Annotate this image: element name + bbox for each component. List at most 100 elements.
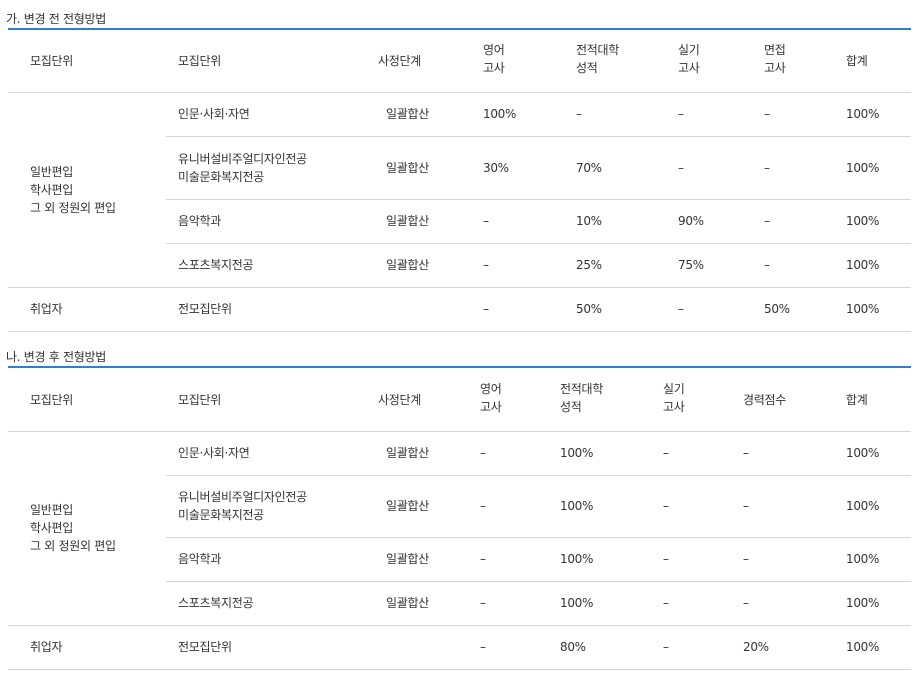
value-cell: 100% xyxy=(560,499,594,513)
column-header: 실기 고사 xyxy=(678,41,700,77)
group-label-line: 일반편입 xyxy=(30,165,73,179)
stage-cell: 일괄합산 xyxy=(386,258,429,272)
value-cell: – xyxy=(764,214,770,228)
value-cell: 10% xyxy=(576,214,602,228)
column-header: 영어고사 xyxy=(480,380,502,416)
column-header-line: 합계 xyxy=(846,393,868,407)
column-header-line: 고사 xyxy=(663,400,685,414)
column-header-line: 전적대학 xyxy=(576,43,619,57)
column-header-line: 실기 xyxy=(678,43,700,57)
column-header-line: 실기 xyxy=(663,382,685,396)
value-cell: – xyxy=(576,107,582,121)
unit-line: 미술문화복지전공 xyxy=(178,170,264,184)
unit-cell: 유니버설비주얼디자인전공 미술문화복지전공 xyxy=(178,488,307,524)
unit-cell: 스포츠복지전공 xyxy=(178,594,253,612)
value-cell: 80% xyxy=(560,640,586,654)
value-cell: 100% xyxy=(560,446,594,460)
column-header-line: 고사 xyxy=(764,61,786,75)
value-cell: 50% xyxy=(576,302,602,316)
column-header-line: 사정단계 xyxy=(378,393,421,407)
value-cell: – xyxy=(743,552,749,566)
unit-cell: 인문·사회·자연 xyxy=(178,444,250,462)
column-header-line: 모집단위 xyxy=(178,393,221,407)
value-cell: 100% xyxy=(846,499,880,513)
row-divider xyxy=(8,431,911,432)
column-header: 전적대학 성적 xyxy=(576,41,619,77)
stage-cell: 일괄합산 xyxy=(386,161,429,175)
value-cell: – xyxy=(480,552,486,566)
unit-cell: 스포츠복지전공 xyxy=(178,256,253,274)
unit-cell: 인문·사회·자연 xyxy=(178,105,250,123)
section-title: 가. 변경 전 전형방법 xyxy=(6,12,106,26)
unit-line: 음악학과 xyxy=(178,552,221,566)
value-cell: 100% xyxy=(846,596,880,610)
group-label-line: 학사편입 xyxy=(30,521,73,535)
row-divider xyxy=(8,287,911,288)
value-cell: 25% xyxy=(576,258,602,272)
unit-line: 스포츠복지전공 xyxy=(178,258,254,272)
unit-line: 음악학과 xyxy=(178,214,221,228)
value-cell: 100% xyxy=(846,214,880,228)
column-header-line: 면접 xyxy=(764,43,786,57)
method-table: 모집단위 모집단위 사정단계 영어 고사 전적대학 성적 실기 고사 경력점수 합계 인문·사회·자연… xyxy=(8,366,911,670)
value-cell: – xyxy=(678,302,684,316)
value-cell: 100% xyxy=(846,258,880,272)
column-header-line: 영어 xyxy=(480,382,502,396)
column-header-line: 합계 xyxy=(846,54,868,68)
column-header-line: 고사 xyxy=(480,400,502,414)
column-header: 합계 xyxy=(846,52,868,70)
column-header: 모집단위 xyxy=(178,391,221,409)
value-cell: – xyxy=(480,446,486,460)
column-header: 모집단위 xyxy=(178,52,221,70)
value-cell: – xyxy=(480,596,486,610)
group-label: 일반편입 학사편입 그 외 정원외 편입 xyxy=(30,501,116,555)
value-cell: – xyxy=(483,258,489,272)
value-cell: – xyxy=(743,446,749,460)
value-cell: – xyxy=(480,499,486,513)
value-cell: – xyxy=(663,596,669,610)
column-header: 영어고사 xyxy=(483,41,505,77)
value-cell: – xyxy=(663,499,669,513)
value-cell: 100% xyxy=(846,107,880,121)
group-label-line: 그 외 정원외 편입 xyxy=(30,539,116,553)
stage-cell: 일괄합산 xyxy=(386,596,429,610)
last-row-group: 취업자 xyxy=(30,640,63,654)
unit-line: 유니버설비주얼디자인전공 xyxy=(178,490,307,504)
column-header-line: 모집단위 xyxy=(30,393,73,407)
value-cell: 100% xyxy=(846,446,880,460)
row-divider xyxy=(8,625,911,626)
column-header-line: 모집단위 xyxy=(178,54,221,68)
row-divider xyxy=(8,92,911,93)
unit-cell: 음악학과 xyxy=(178,550,221,568)
group-label-line: 학사편입 xyxy=(30,183,73,197)
column-header-line: 고사 xyxy=(483,61,505,75)
value-cell: 90% xyxy=(678,214,704,228)
value-cell: – xyxy=(663,640,669,654)
value-cell: 100% xyxy=(483,107,517,121)
last-row-unit: 전모집단위 xyxy=(178,640,232,654)
unit-line: 스포츠복지전공 xyxy=(178,596,254,610)
value-cell: – xyxy=(663,446,669,460)
value-cell: – xyxy=(678,107,684,121)
row-divider xyxy=(166,136,911,137)
value-cell: 100% xyxy=(846,302,880,316)
group-label: 일반편입 학사편입 그 외 정원외 편입 xyxy=(30,163,116,217)
value-cell: – xyxy=(764,258,770,272)
value-cell: – xyxy=(480,640,486,654)
unit-cell: 유니버설비주얼디자인전공 미술문화복지전공 xyxy=(178,150,307,186)
column-header: 면접고사 xyxy=(764,41,786,77)
column-header-line: 모집단위 xyxy=(30,54,73,68)
stage-cell: 일괄합산 xyxy=(386,552,429,566)
value-cell: 100% xyxy=(846,640,880,654)
unit-line: 인문·사회·자연 xyxy=(178,107,250,121)
column-header-line: 경력점수 xyxy=(743,393,786,407)
value-cell: – xyxy=(743,596,749,610)
column-header-line: 영어 xyxy=(483,43,505,57)
method-table: 모집단위 모집단위 사정단계 영어 고사 전적대학 성적 실기 고사 면접 고사 합계 인문·사회·자연… xyxy=(8,28,911,332)
row-divider xyxy=(166,475,911,476)
column-header: 사정단계 xyxy=(378,391,421,409)
value-cell: 30% xyxy=(483,161,509,175)
value-cell: 70% xyxy=(576,161,602,175)
value-cell: 100% xyxy=(846,161,880,175)
stage-cell: 일괄합산 xyxy=(386,499,429,513)
